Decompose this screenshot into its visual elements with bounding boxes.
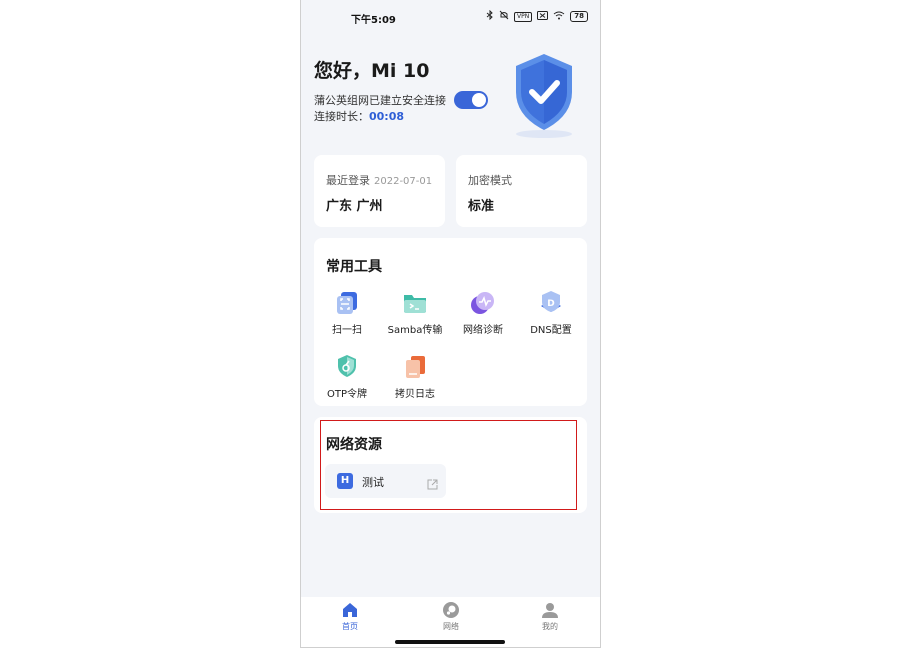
status-icons: VPN 78 [486, 9, 588, 23]
tool-label: 拷贝日志 [395, 389, 435, 400]
greeting-title: 您好，Mi 10 [314, 60, 430, 82]
profile-icon [542, 603, 558, 618]
sim-off-icon [537, 10, 549, 23]
network-diagnosis-icon [470, 290, 496, 316]
scan-icon [334, 290, 360, 316]
tools-card: 常用工具 扫一扫 Samba传输 网络诊断 D DNS配置 OTP令牌 拷贝日志 [314, 238, 587, 406]
connection-toggle[interactable] [454, 91, 488, 109]
tool-label: 扫一扫 [332, 325, 362, 336]
bluetooth-icon [486, 9, 494, 23]
tool-scan[interactable]: 扫一扫 [314, 290, 380, 336]
encryption-mode-card: 加密模式 标准 [456, 155, 587, 227]
tool-label: 网络诊断 [463, 325, 503, 336]
tool-label: Samba传输 [387, 325, 443, 336]
tool-copy-log[interactable]: 拷贝日志 [382, 354, 448, 400]
battery-icon: 78 [570, 11, 588, 22]
phone-screen: 下午5:09 VPN 78 您好，Mi 10 蒲公英组网已建立安全连接 连接时长… [300, 0, 601, 648]
duration-label: 连接时长： [314, 110, 369, 123]
highlight-box [320, 420, 577, 510]
tools-title: 常用工具 [326, 259, 382, 275]
tool-label: OTP令牌 [326, 389, 367, 400]
duration-value: 00:08 [369, 110, 405, 123]
toggle-knob [472, 93, 486, 107]
home-icon [343, 603, 357, 617]
tab-network[interactable]: 网络 [421, 601, 481, 632]
folder-terminal-icon [402, 290, 428, 316]
connection-status-text: 蒲公英组网已建立安全连接 [314, 94, 446, 107]
tab-profile[interactable]: 我的 [520, 601, 580, 632]
tool-otp-token[interactable]: OTP令牌 [314, 354, 380, 400]
tab-label: 我的 [542, 622, 558, 631]
tool-samba[interactable]: Samba传输 [382, 290, 448, 336]
vpn-icon: VPN [514, 11, 533, 22]
tool-network-diagnosis[interactable]: 网络诊断 [450, 290, 516, 336]
dns-icon: D [538, 290, 564, 316]
wifi-icon [553, 11, 565, 23]
mute-icon [499, 10, 509, 23]
tab-label: 网络 [443, 622, 459, 631]
last-login-location: 广东 广州 [326, 199, 383, 214]
network-icon [443, 602, 459, 618]
last-login-date: 2022-07-01 [374, 176, 433, 187]
svg-text:D: D [547, 299, 554, 309]
tool-label: DNS配置 [530, 325, 572, 336]
last-login-card: 最近登录 2022-07-01 广东 广州 [314, 155, 445, 227]
status-time: 下午5:09 [351, 15, 396, 26]
otp-token-icon [334, 354, 360, 380]
copy-log-icon [402, 354, 428, 380]
shield-check-icon [509, 50, 579, 140]
encryption-mode-value: 标准 [468, 199, 495, 214]
last-login-label: 最近登录 [326, 174, 370, 187]
home-indicator[interactable] [395, 640, 505, 644]
tool-dns-config[interactable]: D DNS配置 [518, 290, 584, 336]
tab-label: 首页 [342, 622, 358, 631]
status-bar: 下午5:09 VPN 78 [301, 0, 600, 34]
encryption-mode-label: 加密模式 [468, 174, 512, 187]
tab-home[interactable]: 首页 [320, 601, 380, 632]
connection-duration: 连接时长：00:08 [314, 108, 404, 124]
